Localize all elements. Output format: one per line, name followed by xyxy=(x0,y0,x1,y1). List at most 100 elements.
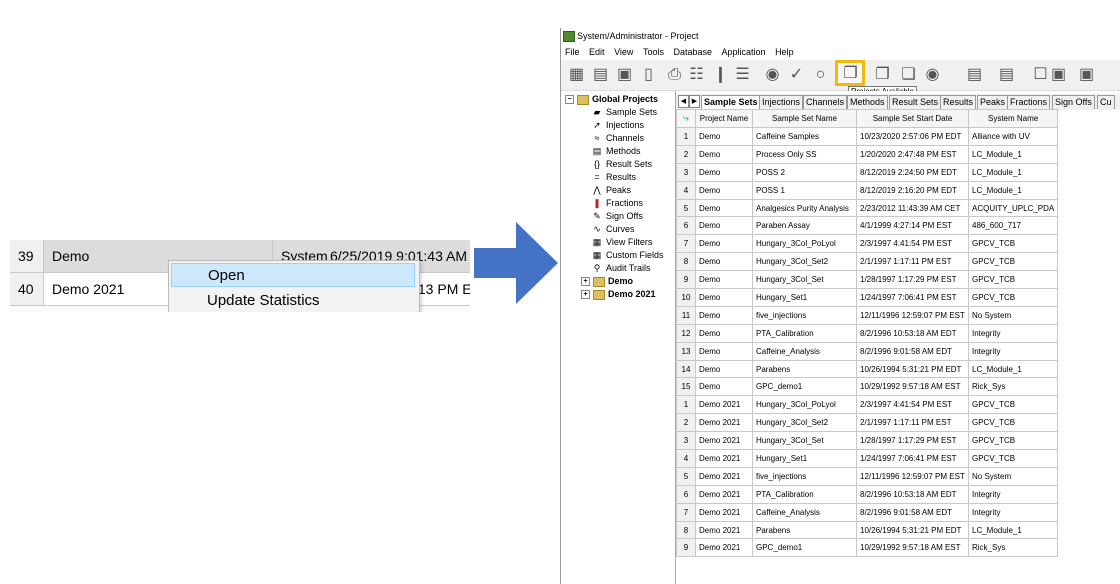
menu-application[interactable]: Application xyxy=(722,47,766,57)
table-icon[interactable]: ▤ xyxy=(591,65,610,84)
unlock-icon[interactable]: ▤ xyxy=(997,65,1016,84)
sample-set-name-cell: Analgesics Purity Analysis xyxy=(752,198,857,218)
tab-peaks[interactable]: Peaks xyxy=(977,95,1009,109)
print-icon[interactable]: ⎙ xyxy=(665,65,684,84)
tab-sample-sets[interactable]: Sample Sets xyxy=(701,95,761,109)
expand-icon[interactable]: + xyxy=(581,290,590,300)
table-row[interactable]: 9 Demo Hungary_3Col_Set 1/28/1997 1:17:29 P… xyxy=(676,270,1059,290)
tree-item-audit-trails[interactable]: ⚲ Audit Trails xyxy=(591,262,651,274)
table-row[interactable]: 1 Demo 2021 Hungary_3Col_PoLyol 2/3/1997 4:… xyxy=(676,395,1059,415)
menu-edit[interactable]: Edit xyxy=(589,47,605,57)
tool-icon[interactable]: ▣ xyxy=(1049,65,1068,84)
check-icon[interactable]: ✓ xyxy=(787,65,806,84)
tree-root-global-projects[interactable]: − Global Projects xyxy=(565,93,658,105)
paste-icon[interactable]: ❑ xyxy=(899,65,918,84)
tab-sign-offs[interactable]: Sign Offs xyxy=(1052,95,1095,109)
tree-item-injections[interactable]: ➚ Injections xyxy=(591,119,644,131)
tree-item-fractions[interactable]: ❚ Fractions xyxy=(591,197,643,209)
table-row[interactable]: 3 Demo POSS 2 8/12/2019 2:24:50 PM EDT LC_Mo… xyxy=(676,162,1059,182)
tool-icon[interactable]: ▣ xyxy=(1077,65,1096,84)
tab-fractions[interactable]: Fractions xyxy=(1007,95,1051,109)
table-row[interactable]: 6 Demo Paraben Assay 4/1/1999 4:27:14 PM ES… xyxy=(676,216,1059,236)
projects-available-button[interactable]: ❐ xyxy=(835,60,865,86)
column-header-system-name[interactable]: System Name xyxy=(967,109,1059,128)
tab-cu[interactable]: Cu xyxy=(1097,95,1115,109)
tree-item-result-sets[interactable]: {} Result Sets xyxy=(591,158,652,170)
tab-methods[interactable]: Methods xyxy=(847,95,888,109)
menu-item-open[interactable]: Open xyxy=(171,263,415,287)
column-header-project-name[interactable]: Project Name xyxy=(695,109,753,128)
checkbox-icon[interactable]: ☐ xyxy=(1031,65,1050,84)
circle-icon[interactable]: ○ xyxy=(811,65,830,84)
tree-item-custom-fields[interactable]: ▦ Custom Fields xyxy=(591,249,664,261)
table-row[interactable]: 12 Demo PTA_Calibration 8/2/1996 10:53:18 A… xyxy=(676,323,1059,343)
table-row[interactable]: 11 Demo five_injections 12/11/1996 12:59:07… xyxy=(676,305,1059,325)
tab-results[interactable]: Results xyxy=(940,95,977,109)
tree-item-view-filters[interactable]: ▦ View Filters xyxy=(591,236,653,248)
menu-item-update-statistics[interactable]: Update Statistics xyxy=(171,289,415,312)
menu-tools[interactable]: Tools xyxy=(643,47,664,57)
table-row[interactable]: 5 Demo Analgesics Purity Analysis 2/23/2012… xyxy=(676,198,1059,218)
tree-item-sign-offs[interactable]: ✎ Sign Offs xyxy=(591,210,643,222)
sample-set-name-cell: Hungary_3Col_PoLyol xyxy=(752,234,857,254)
system-name-cell: No System xyxy=(967,466,1059,486)
menu-database[interactable]: Database xyxy=(673,47,712,57)
table-row[interactable]: 4 Demo 2021 Hungary_Set1 1/24/1997 7:06:41 … xyxy=(676,449,1059,468)
table-row[interactable]: 15 Demo GPC_demo1 10/29/1992 9:57:18 AM EST… xyxy=(676,377,1059,397)
table-row[interactable]: 4 Demo POSS 1 8/12/2019 2:16:20 PM EDT LC_Mo… xyxy=(676,180,1059,200)
table-row[interactable]: 7 Demo 2021 Caffeine_Analysis 8/2/1996 9:01… xyxy=(676,502,1059,522)
tree-item-results[interactable]: = Results xyxy=(591,171,636,183)
system-name-cell: 486_600_717 xyxy=(967,216,1059,236)
tab-scroll-right-icon[interactable]: ▶ xyxy=(689,95,700,108)
tree-item-curves[interactable]: ∿ Curves xyxy=(591,223,634,235)
table-row[interactable]: 3 Demo 2021 Hungary_3Col_Set 1/28/1997 1:17… xyxy=(676,431,1059,451)
table-row[interactable]: 8 Demo 2021 Parabens 10/26/1994 5:31:21 PM … xyxy=(676,520,1059,540)
table-row[interactable]: 14 Demo Parabens 10/26/1994 5:31:21 PM EDT L… xyxy=(676,359,1059,379)
vial-icon[interactable]: ❙ xyxy=(711,65,730,84)
tree-item-channels[interactable]: ≈ Channels xyxy=(591,132,645,144)
system-name-cell: No System xyxy=(967,305,1059,325)
table-row[interactable]: 2 Demo 2021 Hungary_3Col_Set2 2/1/1997 1:17… xyxy=(676,413,1059,433)
table-row[interactable]: 13 Demo Caffeine_Analysis 8/2/1996 9:01:58 … xyxy=(676,341,1059,361)
expand-icon[interactable]: + xyxy=(581,277,590,287)
tree-label: Result Sets xyxy=(606,159,653,169)
chart-icon[interactable]: ▣ xyxy=(615,65,634,84)
start-date-cell: 1/20/2020 2:47:48 PM EST xyxy=(856,144,969,164)
tab-injections[interactable]: Injections xyxy=(759,95,804,109)
menu-help[interactable]: Help xyxy=(775,47,794,57)
tree-item-peaks[interactable]: ⋀ Peaks xyxy=(591,184,631,196)
tree-project-demo[interactable]: + Demo xyxy=(581,275,633,287)
column-header-start-date[interactable]: Sample Set Start Date xyxy=(856,109,969,128)
table-row[interactable]: 10 Demo Hungary_Set1 1/24/1997 7:06:41 PM E… xyxy=(676,288,1059,307)
document-icon[interactable]: ▯ xyxy=(639,65,658,84)
filter-icon[interactable]: ⤷ xyxy=(676,109,696,128)
project-tree: − Global Projects ▰ Sample Sets ➚ Injection… xyxy=(561,91,676,584)
tab-scroll-left-icon[interactable]: ◀ xyxy=(678,95,689,108)
copy-icon[interactable]: ❐ xyxy=(873,65,892,84)
tab-channels[interactable]: Channels xyxy=(803,95,848,109)
audio-icon[interactable]: ◉ xyxy=(923,65,942,84)
grid-icon[interactable]: ▦ xyxy=(567,65,586,84)
tree-label: Demo xyxy=(608,276,634,286)
start-date-cell: 8/2/1996 10:53:18 AM EDT xyxy=(856,484,969,504)
table-row[interactable]: 1 Demo Caffeine Samples 10/23/2020 2:57:06 … xyxy=(676,127,1059,146)
tree-item-methods[interactable]: ▤ Methods xyxy=(591,145,641,157)
lock-icon[interactable]: ▤ xyxy=(965,65,984,84)
table-row[interactable]: 9 Demo 2021 GPC_demo1 10/29/1992 9:57:18 AM… xyxy=(676,538,1059,558)
row-number: 40 xyxy=(10,273,44,305)
table-row[interactable]: 2 Demo Process Only SS 1/20/2020 2:47:48 PM… xyxy=(676,144,1059,164)
table-row[interactable]: 5 Demo 2021 five_injections 12/11/1996 12:5… xyxy=(676,466,1059,486)
table-row[interactable]: 8 Demo Hungary_3Col_Set2 2/1/1997 1:17:11 P… xyxy=(676,252,1059,272)
tree-item-sample-sets[interactable]: ▰ Sample Sets xyxy=(591,106,658,118)
tab-result-sets[interactable]: Result Sets xyxy=(889,95,942,109)
tree-project-demo-2021[interactable]: + Demo 2021 xyxy=(581,288,656,300)
globe-icon[interactable]: ◉ xyxy=(763,65,782,84)
network-icon[interactable]: ☷ xyxy=(687,65,706,84)
column-header-sample-set-name[interactable]: Sample Set Name xyxy=(752,109,857,128)
collapse-icon[interactable]: − xyxy=(565,95,574,105)
table-row[interactable]: 6 Demo 2021 PTA_Calibration 8/2/1996 10:53:… xyxy=(676,484,1059,504)
vials-icon[interactable]: ☰ xyxy=(733,65,752,84)
table-row[interactable]: 7 Demo Hungary_3Col_PoLyol 2/3/1997 4:41:54… xyxy=(676,234,1059,254)
menu-file[interactable]: File xyxy=(565,47,580,57)
menu-view[interactable]: View xyxy=(614,47,633,57)
